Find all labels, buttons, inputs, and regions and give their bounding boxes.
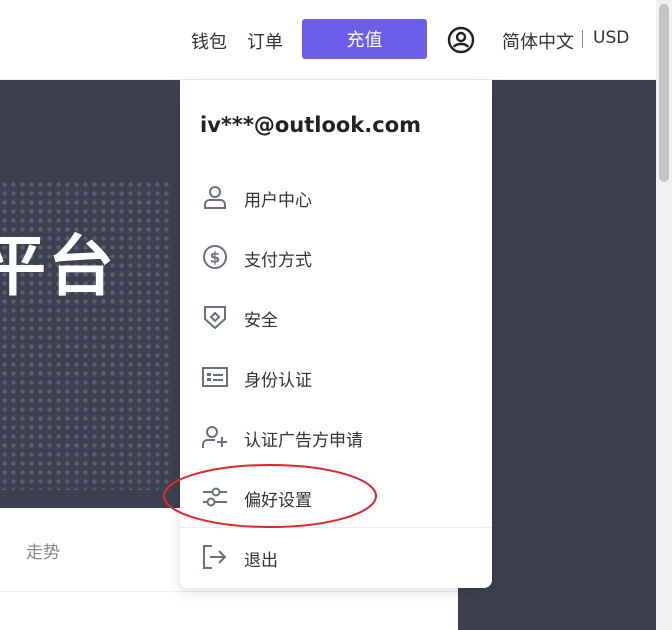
menu-item-label: 偏好设置 — [244, 491, 312, 511]
account-dropdown-menu: iv***@outlook.com 用户中心 $ 支付方式 安全 身份认证 认证… — [180, 80, 492, 588]
logout-icon — [203, 545, 227, 569]
account-icon[interactable] — [447, 26, 475, 54]
tab-divider — [0, 591, 458, 592]
sliders-icon — [203, 487, 227, 507]
menu-item-label: 支付方式 — [244, 251, 312, 271]
menu-item-label: 退出 — [244, 551, 278, 571]
menu-divider — [180, 527, 492, 528]
dollar-icon: $ — [203, 245, 227, 269]
menu-item-user-center[interactable]: 用户中心 — [180, 170, 492, 226]
currency-selector[interactable]: USD — [593, 28, 629, 48]
nav-wallet-link[interactable]: 钱包 — [191, 28, 227, 54]
top-nav-bar: 钱包 订单 充值 简体中文 USD — [0, 0, 656, 80]
menu-item-security[interactable]: 安全 — [180, 290, 492, 346]
menu-item-label: 安全 — [244, 311, 278, 331]
menu-item-logout[interactable]: 退出 — [180, 530, 492, 586]
tab-trend[interactable]: 走势 — [26, 538, 60, 563]
shield-icon — [204, 306, 226, 330]
user-plus-icon — [202, 426, 227, 448]
nav-orders-link[interactable]: 订单 — [247, 28, 283, 54]
menu-item-label: 认证广告方申请 — [244, 431, 363, 451]
recharge-button[interactable]: 充值 — [302, 19, 427, 59]
language-selector[interactable]: 简体中文 — [502, 28, 574, 54]
scrollbar-thumb[interactable] — [659, 4, 669, 182]
menu-item-identity-verification[interactable]: 身份认证 — [180, 350, 492, 406]
hero-title: 平台 — [0, 228, 116, 305]
menu-item-advertiser-application[interactable]: 认证广告方申请 — [180, 410, 492, 466]
account-email: iv***@outlook.com — [200, 113, 422, 137]
nav-divider — [582, 30, 583, 48]
menu-item-preferences[interactable]: 偏好设置 — [180, 470, 492, 526]
menu-item-label: 身份认证 — [244, 371, 312, 391]
svg-text:$: $ — [210, 249, 220, 267]
id-card-icon — [202, 367, 228, 387]
menu-item-payment-methods[interactable]: $ 支付方式 — [180, 230, 492, 286]
user-icon — [204, 186, 226, 209]
menu-item-label: 用户中心 — [244, 191, 312, 211]
